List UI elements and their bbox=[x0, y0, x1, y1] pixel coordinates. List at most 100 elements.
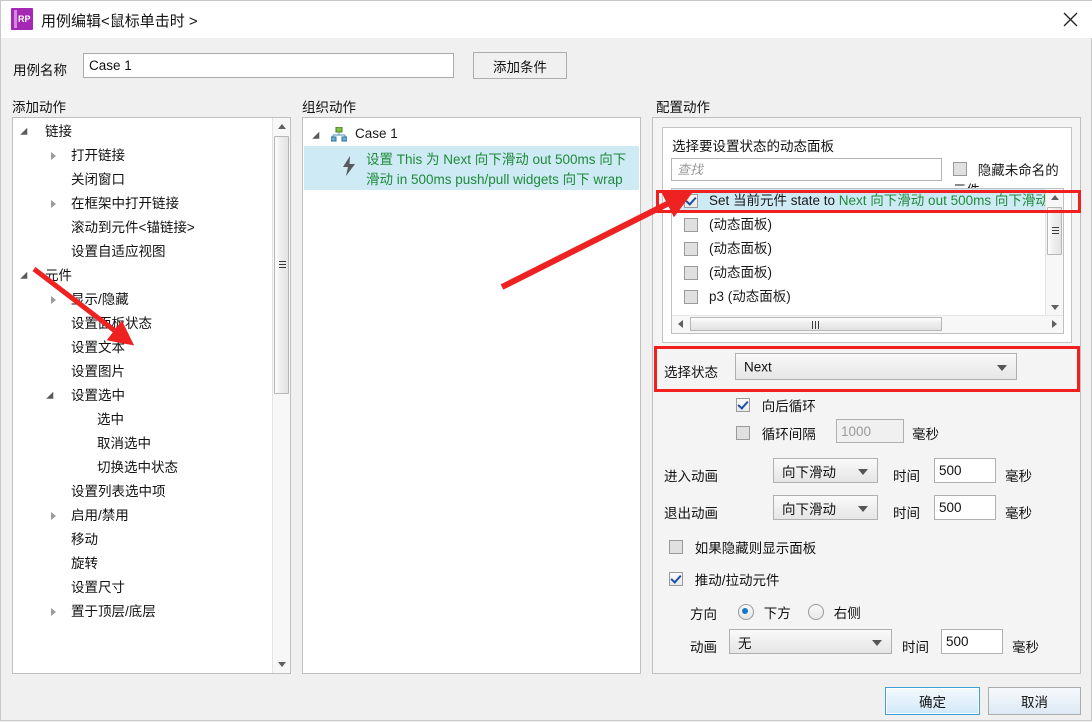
radio-right-icon[interactable] bbox=[808, 604, 824, 620]
ok-button[interactable]: 确定 bbox=[885, 687, 980, 715]
enter-time-input[interactable] bbox=[934, 458, 996, 483]
widget-list-row[interactable]: (动态面板) bbox=[672, 237, 1045, 261]
tree-item-19[interactable]: 设置尺寸 bbox=[13, 576, 271, 600]
show-if-hidden-checkbox[interactable] bbox=[669, 540, 683, 554]
tree-item-18[interactable]: 旋转 bbox=[13, 552, 271, 576]
tree-item-20[interactable]: 置于顶层/底层 bbox=[13, 600, 271, 624]
scroll-down-icon[interactable] bbox=[273, 656, 290, 673]
chevron-down-icon bbox=[858, 468, 868, 475]
enter-time-label: 时间 bbox=[893, 469, 920, 484]
search-input[interactable] bbox=[671, 158, 942, 181]
tree-item-label: 设置列表选中项 bbox=[71, 484, 166, 499]
tree-item-14[interactable]: 切换选中状态 bbox=[13, 456, 271, 480]
collapse-arrow-icon[interactable] bbox=[51, 296, 56, 304]
collapse-arrow-icon[interactable] bbox=[51, 152, 56, 160]
collapse-arrow-icon[interactable] bbox=[51, 512, 56, 520]
expand-arrow-icon[interactable] bbox=[20, 271, 31, 283]
scroll-right-icon[interactable] bbox=[1046, 316, 1063, 333]
expand-arrow-icon[interactable] bbox=[46, 391, 57, 403]
enter-animation-label: 进入动画 bbox=[664, 469, 718, 484]
collapse-arrow-icon[interactable] bbox=[51, 200, 56, 208]
scroll-left-icon[interactable] bbox=[672, 316, 689, 333]
hide-unnamed-checkbox[interactable] bbox=[953, 162, 967, 176]
direction-below-radio[interactable]: 下方 bbox=[738, 602, 791, 622]
cancel-button[interactable]: 取消 bbox=[988, 687, 1081, 715]
loop-backward-checkbox[interactable] bbox=[736, 398, 750, 412]
tree-item-2[interactable]: 关闭窗口 bbox=[13, 168, 271, 192]
widget-checkbox[interactable] bbox=[684, 290, 698, 304]
action-tree[interactable]: 链接打开链接关闭窗口在框架中打开链接滚动到元件<锚链接> 设置自适应视图元件显示/… bbox=[13, 120, 271, 673]
tree-item-12[interactable]: 选中 bbox=[13, 408, 271, 432]
collapse-arrow-icon[interactable] bbox=[51, 608, 56, 616]
tree-item-1[interactable]: 打开链接 bbox=[13, 144, 271, 168]
tree-item-13[interactable]: 取消选中 bbox=[13, 432, 271, 456]
loop-backward-option[interactable]: 向后循环 bbox=[736, 395, 816, 415]
exit-animation-label: 退出动画 bbox=[664, 506, 718, 521]
loop-interval-checkbox[interactable] bbox=[736, 426, 750, 440]
widget-checkbox[interactable] bbox=[684, 266, 698, 280]
widget-list-row[interactable]: p3 (动态面板) bbox=[672, 285, 1045, 309]
tree-item-7[interactable]: 显示/隐藏 bbox=[13, 288, 271, 312]
scroll-thumb[interactable] bbox=[1047, 207, 1062, 255]
close-glyph bbox=[1063, 12, 1078, 27]
tree-item-label: 滚动到元件<锚链接> bbox=[71, 220, 195, 235]
tree-item-17[interactable]: 移动 bbox=[13, 528, 271, 552]
scroll-thumb[interactable] bbox=[274, 136, 289, 394]
close-icon[interactable] bbox=[1047, 1, 1092, 38]
tree-item-label: 显示/隐藏 bbox=[71, 292, 129, 307]
show-if-hidden-option[interactable]: 如果隐藏则显示面板 bbox=[669, 537, 816, 557]
widget-list-row[interactable]: (动态面板) bbox=[672, 213, 1045, 237]
tree-item-label: 设置自适应视图 bbox=[71, 244, 166, 259]
loop-interval-option[interactable]: 循环间隔 bbox=[736, 423, 816, 443]
widget-checkbox[interactable] bbox=[684, 218, 698, 232]
tree-item-16[interactable]: 启用/禁用 bbox=[13, 504, 271, 528]
axure-rp-icon: RP bbox=[11, 8, 33, 30]
push-pull-checkbox[interactable] bbox=[669, 572, 683, 586]
tree-item-5[interactable]: 设置自适应视图 bbox=[13, 240, 271, 264]
tree-item-6[interactable]: 元件 bbox=[13, 264, 271, 288]
tree-item-10[interactable]: 设置图片 bbox=[13, 360, 271, 384]
direction-right-radio[interactable]: 右侧 bbox=[808, 602, 861, 622]
add-condition-button[interactable]: 添加条件 bbox=[473, 52, 567, 79]
organize-action-pane: Case 1 设置 This 为 Next 向下滑动 out 500ms 向下滑… bbox=[302, 117, 641, 674]
dynamic-panel-selector-group: 选择要设置状态的动态面板 隐藏未命名的元件 Set 当前元件 state to … bbox=[662, 127, 1072, 343]
widget-list-row[interactable]: (动态面板) bbox=[672, 261, 1045, 285]
tree-item-11[interactable]: 设置选中 bbox=[13, 384, 271, 408]
scroll-up-icon[interactable] bbox=[273, 118, 290, 135]
tree-item-label: 移动 bbox=[71, 532, 98, 547]
tree-item-9[interactable]: 设置文本 bbox=[13, 336, 271, 360]
widget-list-hscrollbar[interactable] bbox=[672, 315, 1063, 333]
scroll-down-icon[interactable] bbox=[1046, 299, 1063, 316]
tree-item-label: 打开链接 bbox=[71, 148, 125, 163]
add-action-tree-pane: 链接打开链接关闭窗口在框架中打开链接滚动到元件<锚链接> 设置自适应视图元件显示/… bbox=[12, 117, 291, 674]
push-time-input[interactable] bbox=[941, 629, 1003, 654]
tree-item-3[interactable]: 在框架中打开链接 bbox=[13, 192, 271, 216]
push-pull-option[interactable]: 推动/拉动元件 bbox=[669, 569, 780, 589]
case-name-input[interactable] bbox=[83, 53, 454, 78]
push-animation-label: 动画 bbox=[690, 640, 717, 655]
tree-item-4[interactable]: 滚动到元件<锚链接> bbox=[13, 216, 271, 240]
exit-time-input[interactable] bbox=[934, 495, 996, 520]
tree-item-8[interactable]: 设置面板状态 bbox=[13, 312, 271, 336]
exit-animation-dropdown[interactable]: 向下滑动 bbox=[773, 495, 878, 520]
case-tree-root[interactable]: Case 1 bbox=[303, 122, 640, 146]
expand-arrow-icon[interactable] bbox=[20, 127, 31, 139]
left-tree-scrollbar[interactable] bbox=[272, 118, 290, 673]
widget-checkbox[interactable] bbox=[684, 242, 698, 256]
action-item-row[interactable]: 设置 This 为 Next 向下滑动 out 500ms 向下滑动 in 50… bbox=[304, 146, 639, 190]
tree-item-label: 设置面板状态 bbox=[71, 316, 152, 331]
tree-item-0[interactable]: 链接 bbox=[13, 120, 271, 144]
tree-item-label: 设置尺寸 bbox=[71, 580, 125, 595]
chevron-down-icon bbox=[858, 505, 868, 512]
hscroll-thumb[interactable] bbox=[690, 317, 942, 331]
tree-item-15[interactable]: 设置列表选中项 bbox=[13, 480, 271, 504]
enter-animation-dropdown[interactable]: 向下滑动 bbox=[773, 458, 878, 483]
exit-time-label: 时间 bbox=[893, 506, 920, 521]
loop-interval-input[interactable] bbox=[836, 419, 904, 443]
highlight-box-list-row bbox=[656, 190, 1081, 213]
radio-below-icon[interactable] bbox=[738, 604, 754, 620]
push-time-label: 时间 bbox=[902, 640, 929, 655]
tree-item-label: 在框架中打开链接 bbox=[71, 196, 179, 211]
push-animation-dropdown[interactable]: 无 bbox=[729, 629, 892, 654]
tree-item-label: 设置文本 bbox=[71, 340, 125, 355]
